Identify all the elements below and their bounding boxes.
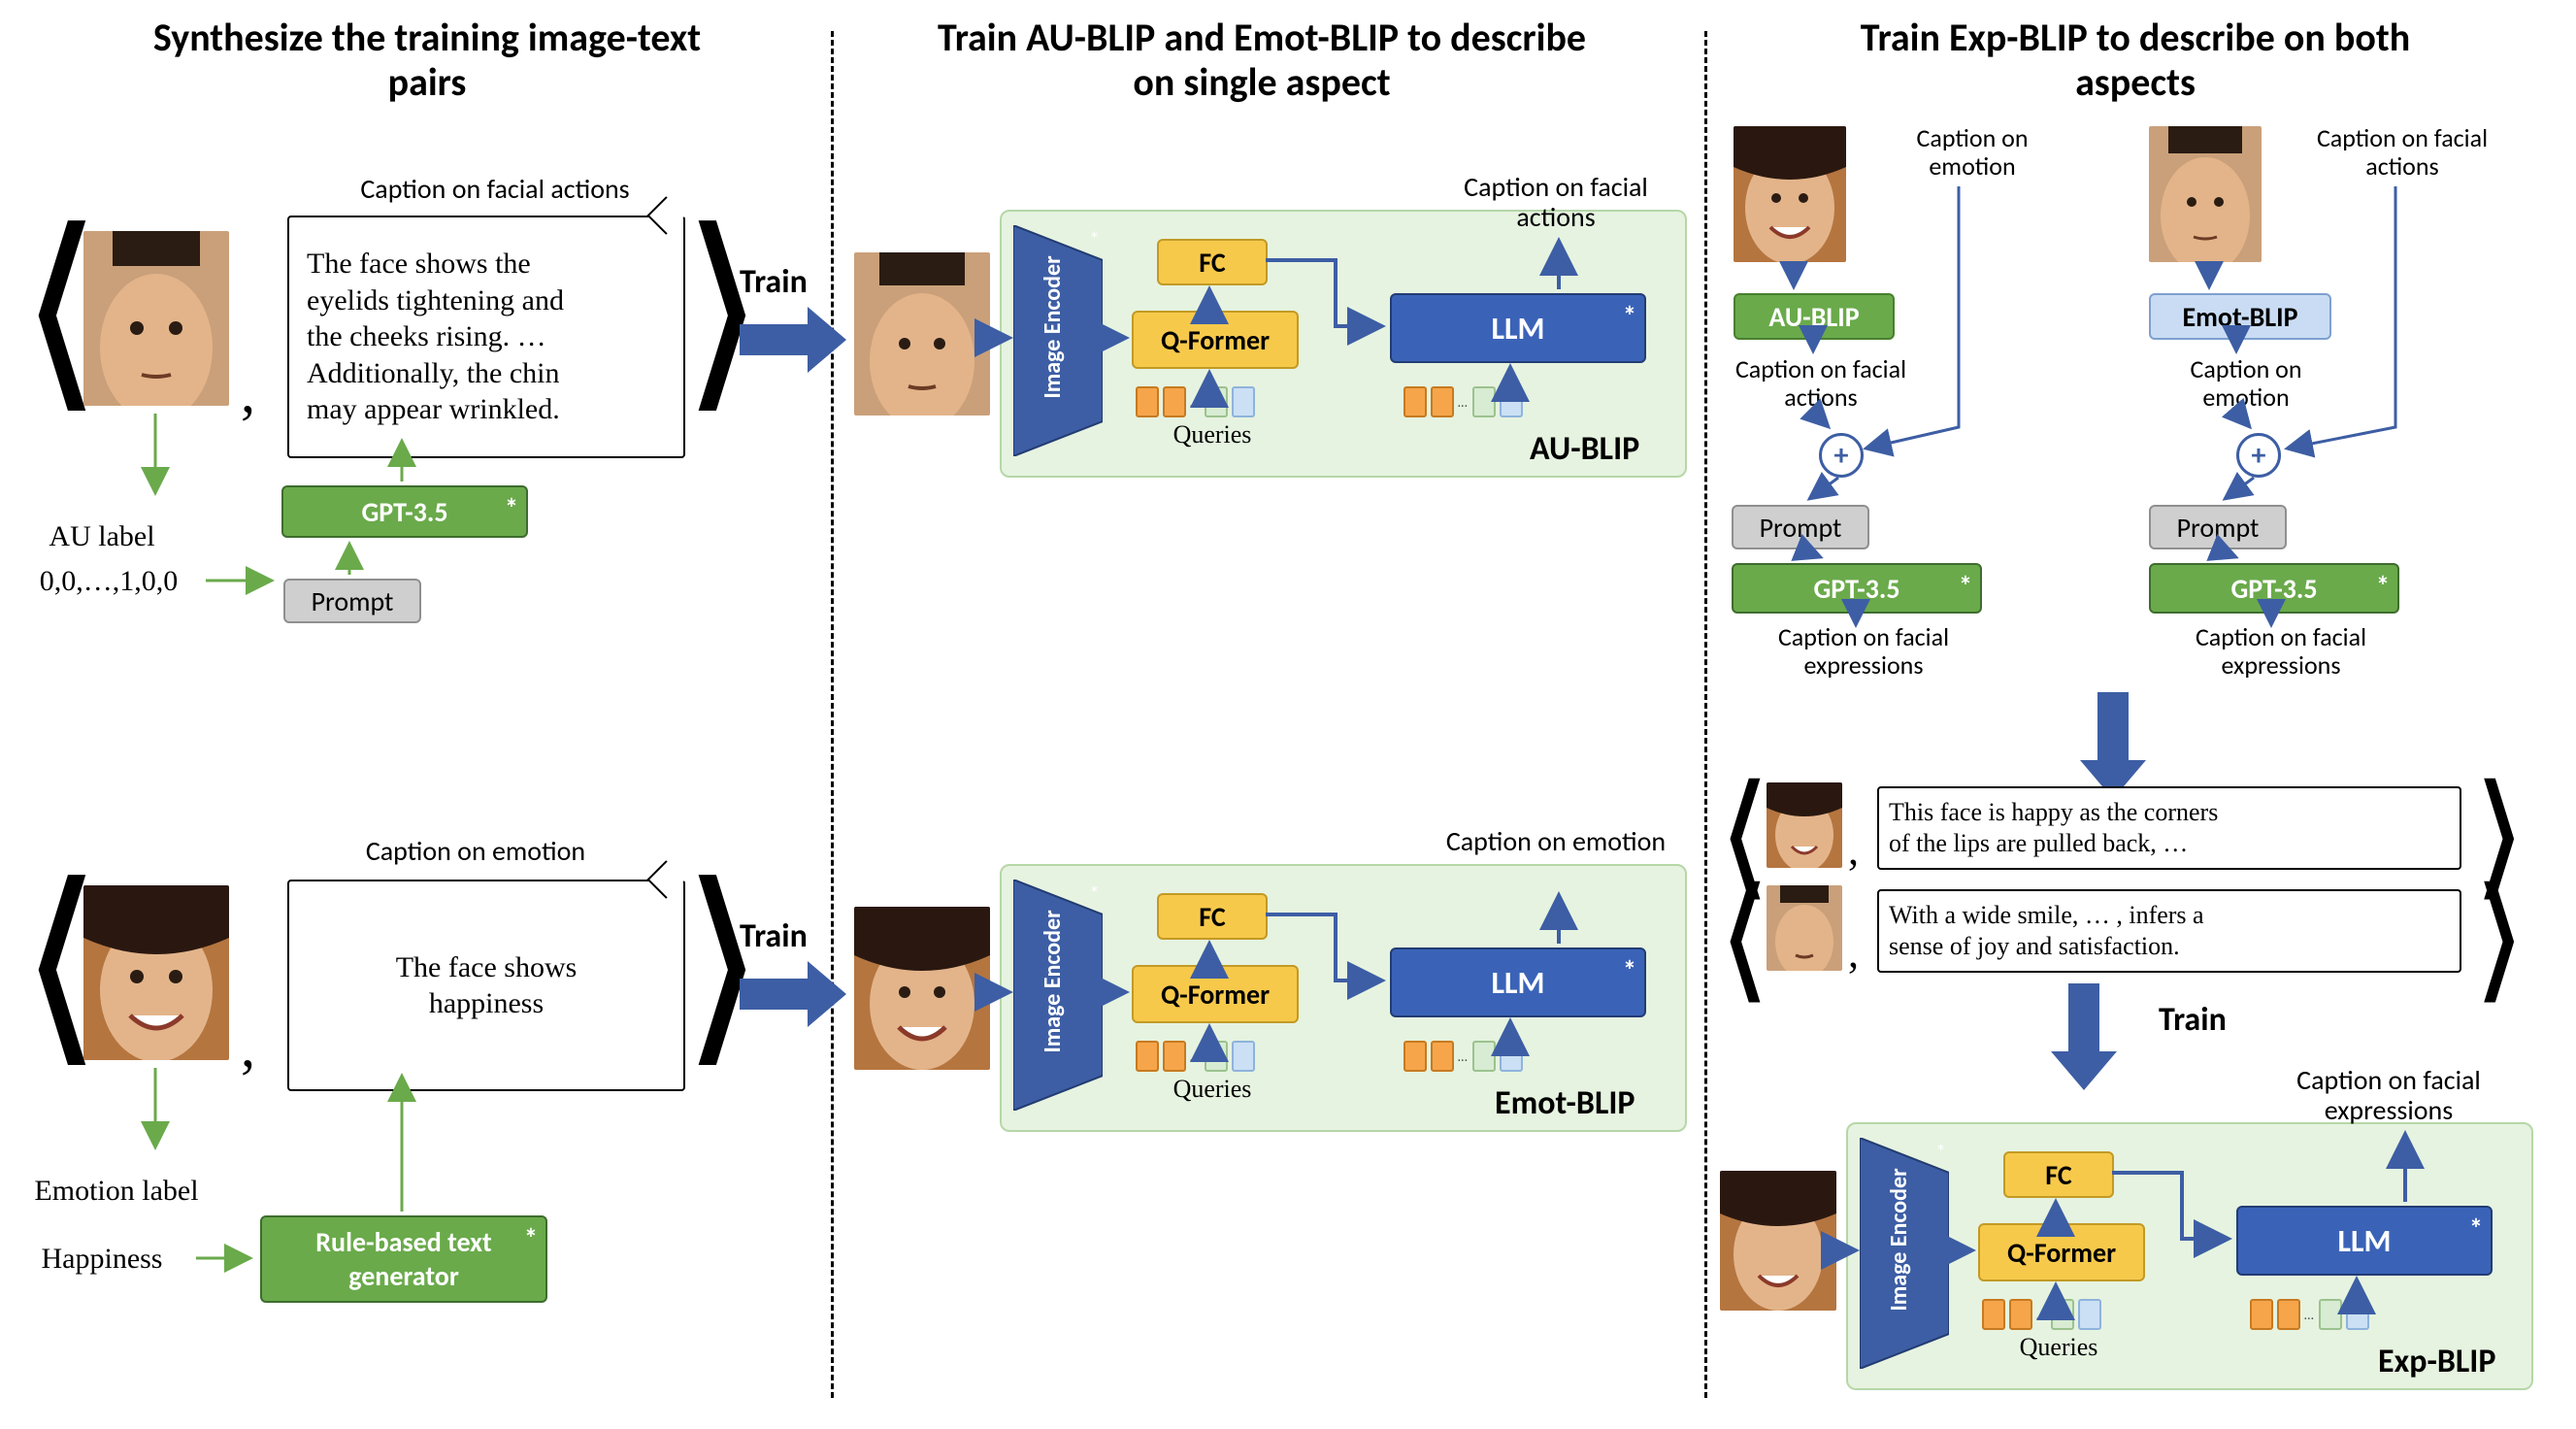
tokens-emot-left: … — [1136, 1041, 1255, 1072]
pair2-left: ⟨ — [1718, 872, 1771, 1008]
c3-left-gpt: GPT-3.5 — [1732, 563, 1982, 614]
face-image-c3-happy — [1734, 126, 1846, 262]
plus-right: + — [2236, 433, 2281, 478]
c3-right-caption-in: Caption on facial actions — [2300, 124, 2504, 180]
c3-left-prompt: Prompt — [1732, 505, 1869, 549]
svg-text:*: * — [1089, 226, 1100, 252]
plus-left: + — [1819, 433, 1864, 478]
caption-out-au: Caption on facial actions — [1444, 173, 1668, 233]
face-pair1 — [1767, 782, 1842, 868]
caption-box-emot: The face shows happiness — [287, 880, 685, 1091]
pair2-comma: , — [1848, 928, 1859, 978]
comma-emot: , — [241, 1014, 255, 1080]
caption-title-emot: Caption on emotion — [330, 837, 621, 867]
col1: ⟨ ⟩ , Caption on facial actions The face… — [0, 0, 831, 1429]
c3-right-caption-mid: Caption on emotion — [2149, 355, 2343, 411]
face-image-c3-neutral — [2149, 126, 2262, 262]
llm-block-au: LLM — [1390, 293, 1646, 363]
train-label-emot: Train — [740, 916, 808, 956]
exp-blip-name: Exp-BLIP — [2378, 1342, 2495, 1381]
au-label-vector: 0,0,…,1,0,0 — [12, 565, 206, 597]
queries-label-exp: Queries — [1996, 1334, 2122, 1362]
rule-based-generator-block: Rule-based text generator — [260, 1215, 547, 1303]
tokens-emot-right: … — [1404, 1041, 1523, 1072]
c3-left-caption-mid: Caption on facial actions — [1724, 355, 1918, 411]
col3: Caption on emotion AU-BLIP Caption on fa… — [1704, 0, 2576, 1429]
au-blip-name: AU-BLIP — [1530, 429, 1639, 469]
qformer-block-au: Q-Former — [1132, 311, 1299, 369]
face-image-emot-1 — [83, 885, 229, 1060]
c3-right-caption-out: Caption on facial expressions — [2155, 623, 2407, 679]
caption-box-au: The face shows the eyelids tightening an… — [287, 216, 685, 458]
col2: AU-BLIP * Image Encoder FC Q-Former … Qu… — [831, 0, 1704, 1429]
c3-left-caption-out: Caption on facial expressions — [1737, 623, 1990, 679]
tokens-au-right: … — [1404, 386, 1523, 417]
face-exp — [1720, 1171, 1836, 1311]
emotion-label-title: Emotion label — [10, 1175, 223, 1207]
qformer-block-emot: Q-Former — [1132, 965, 1299, 1023]
face-pair2 — [1767, 885, 1842, 971]
gpt35-block-au: GPT-3.5 — [281, 485, 528, 538]
big-arrow-down-1 — [2099, 692, 2146, 760]
c3-left-caption-in: Caption on emotion — [1885, 124, 2060, 180]
c3-left-au-blip: AU-BLIP — [1734, 293, 1895, 340]
pair2-right: ⟩ — [2473, 872, 2526, 1008]
caption-title-au: Caption on facial actions — [320, 175, 670, 205]
tokens-au-left: … — [1136, 386, 1255, 417]
face-image-emot-2 — [854, 907, 990, 1070]
tokens-exp-right: … — [2250, 1299, 2369, 1330]
train-label-au: Train — [740, 262, 808, 302]
caption-out-emot: Caption on emotion — [1444, 827, 1668, 857]
qformer-block-exp: Q-Former — [1978, 1223, 2145, 1281]
image-encoder-label-au: Image Encoder — [1039, 235, 1067, 419]
face-image-au-2 — [854, 252, 990, 415]
c3-right-emot-blip: Emot-BLIP — [2149, 293, 2331, 340]
rule-block-text: Rule-based text generator — [262, 1225, 545, 1293]
face-image-au-1 — [83, 231, 229, 406]
pair2-caption: With a wide smile, … , infers a sense of… — [1877, 889, 2461, 973]
c3-train-label: Train — [2159, 1000, 2227, 1040]
pair1-caption: This face is happy as the corners of the… — [1877, 786, 2461, 870]
llm-block-exp: LLM — [2236, 1206, 2493, 1276]
fc-block-au: FC — [1157, 239, 1268, 285]
au-label-title: AU label — [29, 520, 175, 552]
svg-text:*: * — [1089, 881, 1100, 907]
queries-label-au: Queries — [1149, 421, 1275, 449]
llm-block-emot: LLM — [1390, 947, 1646, 1017]
prompt-block-au: Prompt — [283, 579, 421, 623]
emot-blip-name: Emot-BLIP — [1495, 1083, 1635, 1123]
svg-text:*: * — [1935, 1139, 1946, 1165]
caption-out-exp: Caption on facial expressions — [2258, 1066, 2520, 1126]
queries-label-emot: Queries — [1149, 1076, 1275, 1104]
image-encoder-label-emot: Image Encoder — [1039, 889, 1067, 1074]
big-arrow-down-2 — [2070, 983, 2117, 1051]
fc-block-exp: FC — [2003, 1151, 2114, 1198]
comma-au: , — [241, 359, 255, 426]
pair1-comma: , — [1848, 825, 1859, 875]
c3-right-prompt: Prompt — [2149, 505, 2287, 549]
image-encoder-label-exp: Image Encoder — [1885, 1147, 1913, 1332]
c3-right-gpt: GPT-3.5 — [2149, 563, 2399, 614]
fc-block-emot: FC — [1157, 893, 1268, 940]
emotion-label-value: Happiness — [10, 1243, 194, 1275]
tokens-exp-left: … — [1982, 1299, 2101, 1330]
